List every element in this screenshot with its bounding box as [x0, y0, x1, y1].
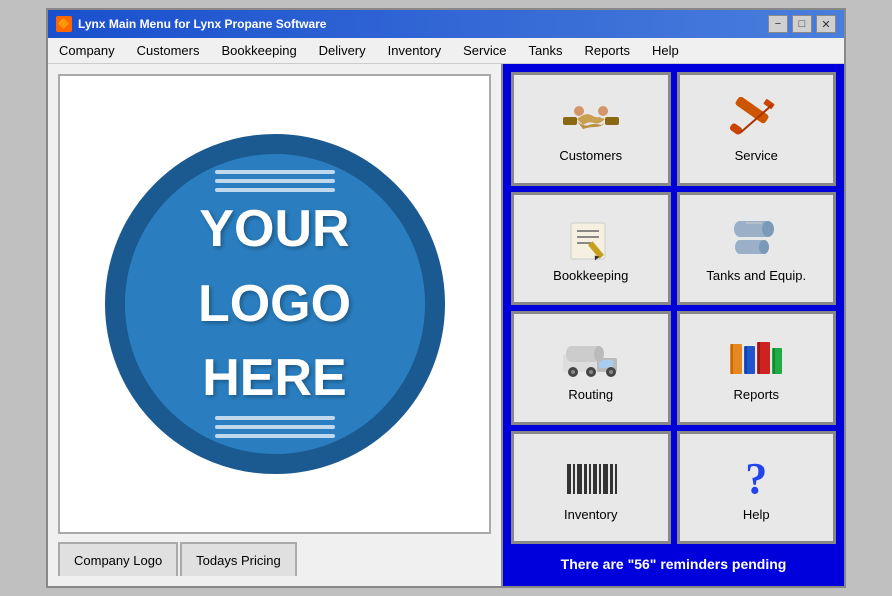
menu-inventory[interactable]: Inventory — [377, 38, 452, 63]
customers-button[interactable]: Customers — [511, 72, 671, 186]
service-button[interactable]: Service — [677, 72, 837, 186]
menu-company[interactable]: Company — [48, 38, 126, 63]
menu-bookkeeping[interactable]: Bookkeeping — [211, 38, 308, 63]
service-icon — [724, 96, 788, 144]
close-button[interactable]: ✕ — [816, 15, 836, 33]
help-icon: ? — [724, 455, 788, 503]
logo-lines-top — [215, 170, 335, 192]
logo-line-6 — [215, 434, 335, 438]
reports-icon — [724, 335, 788, 383]
help-label: Help — [743, 507, 770, 522]
routing-icon — [559, 335, 623, 383]
customers-label: Customers — [559, 148, 622, 163]
grid-area: Customers Service — [511, 72, 836, 544]
logo-text-here: HERE — [202, 351, 346, 406]
inventory-button[interactable]: Inventory — [511, 431, 671, 545]
minimize-button[interactable]: − — [768, 15, 788, 33]
bookkeeping-icon — [559, 216, 623, 264]
logo-area: YOUR LOGO HERE — [58, 74, 491, 534]
maximize-button[interactable]: □ — [792, 15, 812, 33]
logo-lines-bottom — [215, 416, 335, 438]
todays-pricing-tab[interactable]: Todays Pricing — [180, 542, 297, 576]
logo-line-5 — [215, 425, 335, 429]
logo-text-your: YOUR — [199, 202, 349, 257]
reports-button[interactable]: Reports — [677, 311, 837, 425]
app-icon: 🔶 — [56, 16, 72, 32]
menu-delivery[interactable]: Delivery — [308, 38, 377, 63]
help-button[interactable]: ? Help — [677, 431, 837, 545]
menu-help[interactable]: Help — [641, 38, 690, 63]
logo-circle: YOUR LOGO HERE — [105, 134, 445, 474]
title-controls: − □ ✕ — [768, 15, 836, 33]
menu-customers[interactable]: Customers — [126, 38, 211, 63]
content-area: YOUR LOGO HERE Company Logo Todays Prici… — [48, 64, 844, 586]
logo-line-4 — [215, 416, 335, 420]
company-logo-tab[interactable]: Company Logo — [58, 542, 178, 576]
logo-line-3 — [215, 188, 335, 192]
bottom-tabs: Company Logo Todays Pricing — [58, 542, 491, 576]
bookkeeping-button[interactable]: Bookkeeping — [511, 192, 671, 306]
reports-label: Reports — [733, 387, 779, 402]
logo-line-2 — [215, 179, 335, 183]
title-bar-left: 🔶 Lynx Main Menu for Lynx Propane Softwa… — [56, 16, 326, 32]
menu-reports[interactable]: Reports — [573, 38, 641, 63]
menu-service[interactable]: Service — [452, 38, 517, 63]
reminders-text: There are "56" reminders pending — [511, 550, 836, 578]
window-title: Lynx Main Menu for Lynx Propane Software — [78, 17, 326, 31]
main-window: 🔶 Lynx Main Menu for Lynx Propane Softwa… — [46, 8, 846, 588]
title-bar: 🔶 Lynx Main Menu for Lynx Propane Softwa… — [48, 10, 844, 38]
tanks-icon — [724, 216, 788, 264]
customers-icon — [559, 96, 623, 144]
inventory-label: Inventory — [564, 507, 617, 522]
bookkeeping-label: Bookkeeping — [553, 268, 628, 283]
menu-bar: Company Customers Bookkeeping Delivery I… — [48, 38, 844, 64]
inventory-icon — [559, 455, 623, 503]
routing-label: Routing — [568, 387, 613, 402]
logo-text-logo: LOGO — [198, 277, 351, 332]
menu-tanks[interactable]: Tanks — [517, 38, 573, 63]
right-panel: Customers Service — [503, 64, 844, 586]
left-panel: YOUR LOGO HERE Company Logo Todays Prici… — [48, 64, 503, 586]
logo-line-1 — [215, 170, 335, 174]
service-label: Service — [735, 148, 778, 163]
tanks-label: Tanks and Equip. — [706, 268, 806, 283]
tanks-button[interactable]: Tanks and Equip. — [677, 192, 837, 306]
routing-button[interactable]: Routing — [511, 311, 671, 425]
